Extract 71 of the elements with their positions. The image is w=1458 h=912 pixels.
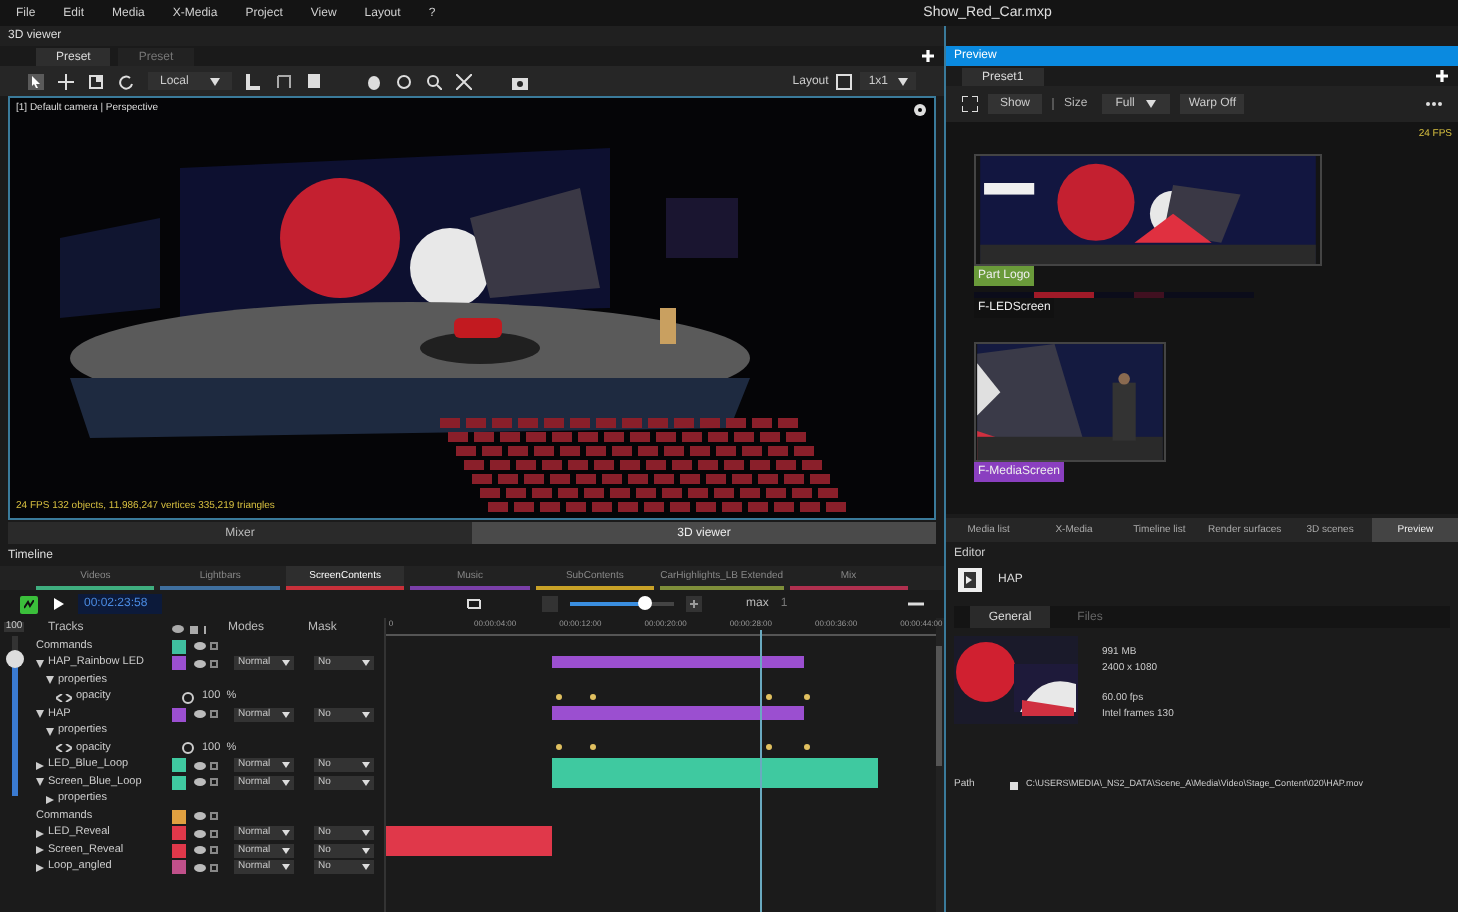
lock-icon — [210, 710, 218, 719]
collapse-arrow-icon[interactable] — [46, 727, 54, 736]
collapse-arrow-icon[interactable] — [36, 659, 44, 668]
clip[interactable] — [551, 706, 804, 719]
caret-icon — [282, 830, 290, 837]
keyframe-nav-icon — [56, 744, 72, 753]
page-icon[interactable] — [306, 73, 322, 89]
file-icon — [1010, 781, 1018, 789]
keyframe[interactable] — [765, 693, 772, 699]
collapse-arrow-icon[interactable] — [36, 710, 44, 719]
expand-arrow-icon[interactable] — [46, 795, 54, 804]
caret-icon — [282, 660, 290, 667]
caret-icon — [362, 864, 370, 871]
caret-icon — [282, 864, 290, 871]
collapse-arrow-icon[interactable] — [36, 778, 44, 787]
fullscreen-icon[interactable] — [962, 96, 978, 112]
dial-icon — [182, 742, 194, 755]
film-icon — [958, 568, 982, 592]
settings-icon[interactable] — [912, 102, 928, 118]
keyframe[interactable] — [804, 744, 810, 750]
expand-arrow-icon[interactable] — [36, 761, 44, 770]
collapse-arrow-icon[interactable] — [46, 676, 54, 685]
slider-thumb[interactable] — [638, 596, 653, 610]
play-icon[interactable] — [50, 596, 66, 612]
clip[interactable] — [386, 825, 551, 855]
eye-icon — [194, 710, 206, 719]
caret-icon — [362, 830, 370, 837]
caret-icon — [282, 779, 290, 786]
search-icon[interactable] — [426, 73, 442, 89]
keyframe[interactable] — [589, 744, 596, 750]
camera-icon[interactable] — [512, 73, 528, 89]
keyframe[interactable] — [765, 744, 772, 750]
caret-icon — [898, 77, 908, 85]
caret-icon — [362, 660, 370, 667]
caret-icon — [282, 847, 290, 854]
add-icon[interactable] — [1434, 68, 1450, 84]
scale-icon[interactable] — [88, 73, 104, 89]
expand-arrow-icon[interactable] — [36, 863, 44, 872]
move-icon[interactable] — [58, 73, 74, 89]
master-slider[interactable] — [11, 636, 17, 796]
caret-icon — [362, 779, 370, 786]
record-button[interactable] — [20, 595, 38, 613]
keyframe-nav-icon — [56, 693, 72, 702]
caret-icon — [282, 711, 290, 718]
slider-thumb[interactable] — [5, 650, 23, 668]
scrollbar[interactable] — [936, 646, 942, 766]
caret-icon — [362, 711, 370, 718]
layout-icon[interactable] — [836, 73, 853, 89]
visibility-lock-icon — [172, 623, 208, 633]
keyframe[interactable] — [804, 693, 810, 699]
clip[interactable] — [551, 757, 879, 787]
caret-icon — [282, 762, 290, 769]
frame-icon[interactable] — [276, 73, 292, 89]
caret-icon — [362, 762, 370, 769]
wave-icon — [24, 599, 34, 609]
dial-icon — [182, 691, 194, 704]
keyframe[interactable] — [556, 693, 563, 699]
more-icon[interactable] — [1426, 96, 1442, 112]
caret-icon — [362, 847, 370, 854]
plus-icon[interactable] — [686, 596, 702, 612]
expand-arrow-icon[interactable] — [36, 846, 44, 855]
caret-icon — [210, 77, 220, 85]
caret-icon — [1146, 100, 1157, 108]
corner-icon[interactable] — [246, 73, 262, 89]
keyframe[interactable] — [589, 693, 596, 699]
keyframe[interactable] — [556, 744, 563, 750]
rotate-icon[interactable] — [118, 73, 134, 89]
cursor-icon[interactable] — [28, 73, 44, 89]
add-icon[interactable] — [920, 48, 936, 64]
expand-arrow-icon[interactable] — [36, 829, 44, 838]
clip[interactable] — [551, 655, 804, 668]
